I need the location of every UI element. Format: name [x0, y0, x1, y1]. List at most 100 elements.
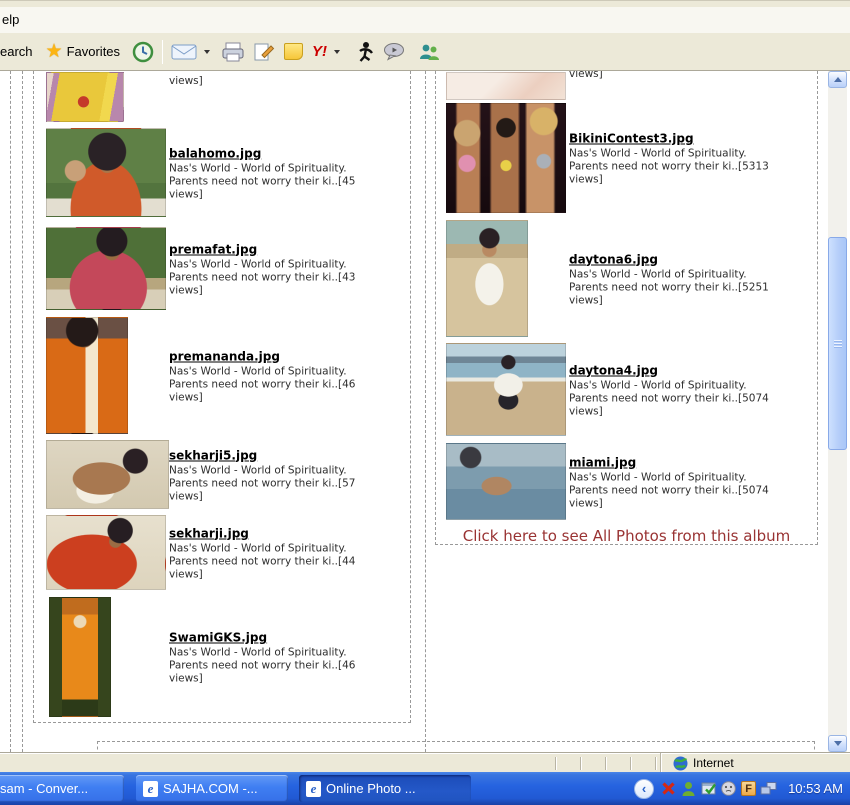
- photo-link[interactable]: premafat.jpg: [169, 242, 257, 256]
- photo-link[interactable]: daytona6.jpg: [569, 252, 658, 266]
- all-photos-link[interactable]: Click here to see All Photos from this a…: [436, 527, 817, 545]
- photo-desc: Parents need not worry their ki..[44: [169, 555, 409, 568]
- photo-meta: daytona4.jpg Nas's World - World of Spir…: [569, 361, 815, 418]
- taskbar-button-label: sam - Conver...: [0, 781, 88, 796]
- mail-button[interactable]: [171, 43, 210, 61]
- photo-link[interactable]: daytona4.jpg: [569, 363, 658, 377]
- toolbar-separator: [162, 40, 163, 64]
- tray-update-icon[interactable]: [700, 780, 717, 797]
- history-icon[interactable]: [132, 41, 154, 63]
- photo-meta: sekharji5.jpg Nas's World - World of Spi…: [169, 446, 409, 503]
- chevron-down-icon: [834, 741, 842, 746]
- photo-desc: Nas's World - World of Spirituality.: [169, 258, 409, 271]
- photo-meta: premafat.jpg Nas's World - World of Spir…: [169, 240, 409, 297]
- photo-thumbnail[interactable]: [46, 72, 124, 122]
- chevron-up-icon: [834, 77, 842, 82]
- photo-thumbnail[interactable]: [446, 220, 528, 337]
- zone-label: Internet: [693, 756, 734, 770]
- print-icon: [221, 42, 245, 62]
- photo-thumbnail[interactable]: [49, 597, 111, 717]
- taskbar-button-messenger[interactable]: sam - Conver...: [0, 775, 124, 802]
- photo-desc: views]: [169, 673, 409, 686]
- window-top-strip: [0, 0, 850, 7]
- tray-network-icon[interactable]: [760, 780, 777, 797]
- photo-thumbnail[interactable]: [446, 103, 566, 213]
- aim-button[interactable]: [357, 41, 375, 63]
- scrollbar-thumb[interactable]: [828, 237, 847, 450]
- edit-button[interactable]: [253, 42, 275, 62]
- menu-help[interactable]: elp: [2, 12, 19, 27]
- vertical-scrollbar[interactable]: [828, 71, 847, 752]
- photo-thumbnail[interactable]: [46, 440, 169, 509]
- photo-desc: Parents need not worry their ki..[46: [169, 660, 409, 673]
- photo-row: daytona4.jpg Nas's World - World of Spir…: [436, 343, 817, 436]
- photo-link[interactable]: sekharji.jpg: [169, 526, 249, 540]
- photo-thumbnail[interactable]: [446, 72, 566, 100]
- yahoo-icon: Y!: [312, 43, 327, 60]
- ie-icon: e: [143, 781, 158, 797]
- photo-desc: Parents need not worry their ki..[43: [169, 271, 409, 284]
- yahoo-button[interactable]: Y!: [312, 43, 340, 60]
- photo-link[interactable]: BikiniContest3.jpg: [569, 132, 694, 146]
- photo-desc: views]: [169, 188, 409, 201]
- taskbar-button-label: Online Photo ...: [326, 781, 416, 796]
- favorites-label: Favorites: [67, 44, 120, 59]
- photo-row: daytona6.jpg Nas's World - World of Spir…: [436, 220, 817, 337]
- photo-row: sekharji5.jpg Nas's World - World of Spi…: [34, 440, 410, 509]
- chat-button[interactable]: [383, 42, 407, 61]
- album-box-partial: [97, 741, 815, 752]
- internet-globe-icon: [673, 756, 688, 771]
- print-button[interactable]: [221, 42, 245, 62]
- photo-desc: views]: [169, 490, 409, 503]
- photo-link[interactable]: balahomo.jpg: [169, 146, 261, 160]
- photo-desc: Nas's World - World of Spirituality.: [169, 464, 409, 477]
- photo-desc: Parents need not worry their ki..[5074: [569, 392, 815, 405]
- photo-desc: views]: [169, 568, 409, 581]
- taskbar-clock[interactable]: 10:53 AM: [788, 781, 843, 796]
- photo-thumbnail[interactable]: [46, 515, 166, 590]
- tray-f-icon[interactable]: F: [740, 780, 757, 797]
- messenger-note-button[interactable]: [284, 43, 303, 60]
- scroll-up-button[interactable]: [828, 71, 847, 88]
- dashed-divider: [10, 71, 11, 752]
- yahoo-dropdown-caret[interactable]: [334, 50, 340, 54]
- tray-messenger-icon[interactable]: [720, 780, 737, 797]
- tray-collapse-button[interactable]: ‹: [634, 779, 654, 799]
- taskbar-button-sajha[interactable]: e SAJHA.COM -...: [136, 775, 288, 802]
- photo-thumbnail[interactable]: [46, 227, 166, 310]
- photo-link[interactable]: SwamiGKS.jpg: [169, 631, 267, 645]
- status-divider: [630, 757, 631, 770]
- yellow-note-icon: [284, 43, 303, 60]
- photo-row-partial: views]: [436, 72, 817, 100]
- photo-desc: Parents need not worry their ki..[57: [169, 477, 409, 490]
- edit-icon: [253, 42, 275, 62]
- photo-thumbnail[interactable]: [446, 443, 566, 520]
- photo-thumbnail[interactable]: [46, 128, 166, 217]
- tray-buddy-icon[interactable]: [680, 780, 697, 797]
- status-bar: Internet: [0, 752, 850, 772]
- taskbar-button-online-photo[interactable]: e Online Photo ...: [299, 775, 471, 802]
- scroll-down-button[interactable]: [828, 735, 847, 752]
- chevron-left-icon: ‹: [642, 781, 646, 796]
- dashed-divider: [22, 71, 23, 752]
- photo-desc: Nas's World - World of Spirituality.: [169, 162, 409, 175]
- photo-thumbnail[interactable]: [446, 343, 566, 436]
- msn-button[interactable]: [417, 42, 441, 62]
- photo-thumbnail[interactable]: [46, 317, 128, 434]
- photo-row-partial: views]: [34, 72, 410, 122]
- photo-link[interactable]: premananda.jpg: [169, 349, 280, 363]
- status-divider: [605, 757, 606, 770]
- favorites-button[interactable]: ★ Favorites: [46, 42, 121, 61]
- photo-meta: balahomo.jpg Nas's World - World of Spir…: [169, 144, 409, 201]
- photo-link[interactable]: sekharji5.jpg: [169, 448, 257, 462]
- photo-link[interactable]: miami.jpg: [569, 455, 636, 469]
- photo-row: premafat.jpg Nas's World - World of Spir…: [34, 227, 410, 310]
- system-tray: ‹ F 10:53 AM: [634, 772, 850, 805]
- photo-desc: Nas's World - World of Spirituality.: [169, 542, 409, 555]
- photo-row: SwamiGKS.jpg Nas's World - World of Spir…: [34, 597, 410, 717]
- mail-dropdown-caret[interactable]: [204, 50, 210, 54]
- photo-desc: views]: [569, 405, 815, 418]
- favorites-star-icon: ★: [46, 42, 63, 61]
- search-button[interactable]: earch: [0, 44, 33, 59]
- tray-disabled-icon[interactable]: [660, 780, 677, 797]
